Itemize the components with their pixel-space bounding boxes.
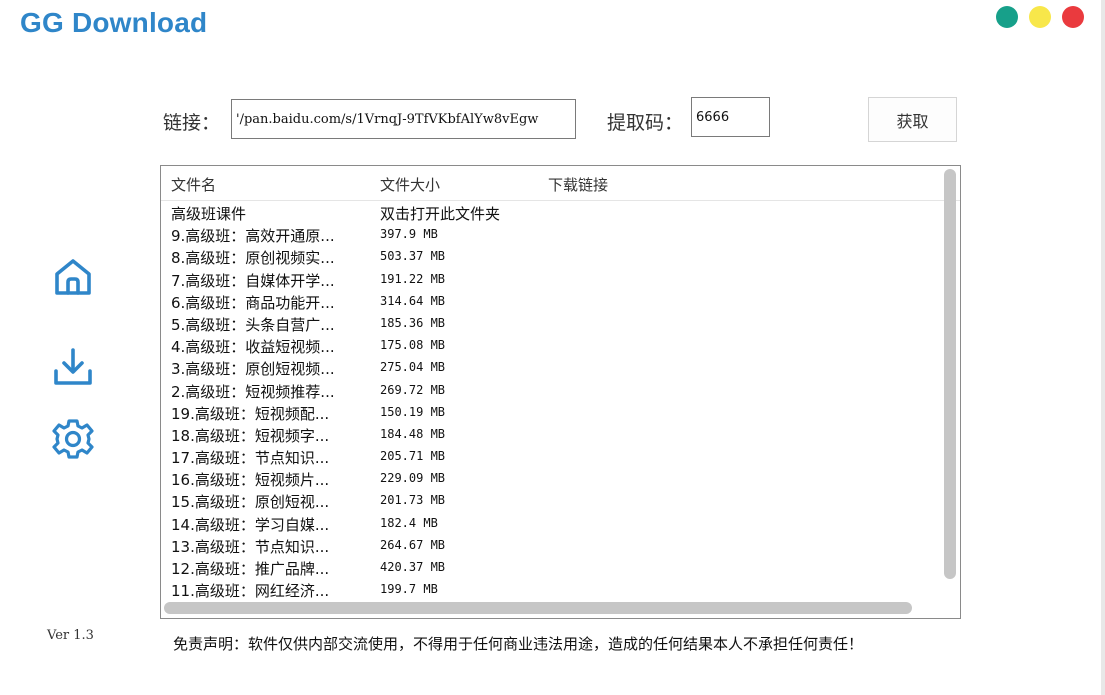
list-item[interactable]: 14.高级班：学习自媒... 182.4 MB	[161, 513, 941, 535]
file-name: 11.高级班：网红经济...	[171, 582, 330, 601]
list-item[interactable]: 15.高级班：原创短视... 201.73 MB	[161, 490, 941, 512]
file-size: 420.37 MB	[380, 560, 446, 574]
window-edge	[1101, 0, 1105, 695]
file-name: 3.高级班：原创短视频...	[171, 360, 335, 379]
extract-code-label: 提取码：	[607, 112, 684, 134]
column-header-filename[interactable]: 文件名	[171, 174, 216, 195]
link-label: 链接：	[163, 112, 221, 134]
file-size: 191.22 MB	[380, 271, 446, 286]
home-icon[interactable]	[52, 256, 94, 298]
share-link-input[interactable]	[231, 99, 576, 139]
file-name: 8.高级班：原创视频实...	[171, 249, 335, 268]
file-name: 7.高级班：自媒体开学...	[171, 271, 335, 290]
list-item[interactable]: 13.高级班：节点知识... 264.67 MB	[161, 535, 941, 557]
vertical-scrollbar-thumb[interactable]	[944, 169, 956, 579]
file-size: 314.64 MB	[380, 293, 446, 308]
file-name: 16.高级班：短视频片...	[171, 471, 330, 490]
file-name: 12.高级班：推广品牌...	[171, 560, 330, 578]
column-header-filesize[interactable]: 文件大小	[380, 174, 440, 195]
horizontal-scrollbar-thumb[interactable]	[164, 602, 912, 614]
file-list[interactable]: 文件名 文件大小 下载链接 高级班课件 双击打开此文件夹 9.高级班：高效开通原.…	[160, 165, 961, 619]
file-size: 150.19 MB	[380, 404, 446, 419]
window-control-close[interactable]	[1062, 6, 1084, 28]
file-size: 199.7 MB	[380, 582, 438, 597]
version-label: Ver 1.3	[47, 628, 94, 643]
column-header-download-link[interactable]: 下载链接	[548, 174, 608, 195]
file-size: 503.37 MB	[380, 249, 446, 264]
list-item[interactable]: 17.高级班：节点知识... 205.71 MB	[161, 446, 941, 468]
file-name: 4.高级班：收益短视频...	[171, 338, 335, 357]
list-header: 文件名 文件大小 下载链接	[161, 166, 960, 201]
file-size: 175.08 MB	[380, 338, 446, 353]
list-item[interactable]: 2.高级班：短视频推荐... 269.72 MB	[161, 380, 941, 402]
file-size: 205.71 MB	[380, 449, 446, 464]
list-item[interactable]: 9.高级班：高效开通原... 397.9 MB	[161, 224, 941, 246]
list-item[interactable]: 6.高级班：商品功能开... 314.64 MB	[161, 291, 941, 313]
file-name: 2.高级班：短视频推荐...	[171, 382, 335, 401]
file-name: 6.高级班：商品功能开...	[171, 293, 335, 312]
file-size: 184.48 MB	[380, 426, 446, 441]
fetch-button[interactable]: 获取	[868, 97, 957, 142]
list-item[interactable]: 8.高级班：原创视频实... 503.37 MB	[161, 246, 941, 268]
file-rows: 高级班课件 双击打开此文件夹 9.高级班：高效开通原... 397.9 MB 8.高…	[161, 202, 941, 601]
file-size: 185.36 MB	[380, 315, 446, 330]
list-item[interactable]: 12.高级班：推广品牌... 420.37 MB	[161, 557, 941, 579]
file-name: 19.高级班：短视频配...	[171, 404, 330, 423]
list-item[interactable]: 7.高级班：自媒体开学... 191.22 MB	[161, 269, 941, 291]
list-item[interactable]: 3.高级班：原创短视频... 275.04 MB	[161, 357, 941, 379]
list-item[interactable]: 11.高级班：网红经济... 199.7 MB	[161, 579, 941, 601]
file-name: 高级班课件	[171, 205, 247, 223]
window-control-teal[interactable]	[996, 6, 1018, 28]
list-item[interactable]: 18.高级班：短视频字... 184.48 MB	[161, 424, 941, 446]
file-size: 182.4 MB	[380, 515, 438, 530]
extract-code-input[interactable]	[691, 97, 770, 137]
list-item-folder[interactable]: 高级班课件 双击打开此文件夹	[161, 202, 941, 224]
file-name: 13.高级班：节点知识...	[171, 537, 330, 556]
app-title: GG Download	[20, 7, 208, 38]
file-name: 18.高级班：短视频字...	[171, 426, 330, 445]
file-size: 264.67 MB	[380, 537, 446, 552]
file-name: 5.高级班：头条自营广...	[171, 315, 335, 334]
file-size: 397.9 MB	[380, 227, 438, 242]
file-name: 17.高级班：节点知识...	[171, 449, 330, 468]
list-item[interactable]: 16.高级班：短视频片... 229.09 MB	[161, 468, 941, 490]
file-size: 201.73 MB	[380, 493, 446, 508]
disclaimer-text: 免责声明：软件仅供内部交流使用，不得用于任何商业违法用途，造成的任何结果本人不承…	[173, 635, 864, 653]
window-control-minimize[interactable]	[1029, 6, 1051, 28]
file-size: 双击打开此文件夹	[380, 205, 501, 223]
download-icon[interactable]	[52, 347, 94, 389]
list-item[interactable]: 4.高级班：收益短视频... 175.08 MB	[161, 335, 941, 357]
list-item[interactable]: 5.高级班：头条自营广... 185.36 MB	[161, 313, 941, 335]
file-size: 269.72 MB	[380, 382, 446, 397]
file-name: 9.高级班：高效开通原...	[171, 227, 335, 246]
file-size: 275.04 MB	[380, 360, 446, 375]
file-size: 229.09 MB	[380, 471, 446, 486]
list-item[interactable]: 19.高级班：短视频配... 150.19 MB	[161, 402, 941, 424]
file-name: 15.高级班：原创短视...	[171, 493, 330, 512]
settings-gear-icon[interactable]	[52, 418, 94, 460]
file-name: 14.高级班：学习自媒...	[171, 515, 330, 534]
